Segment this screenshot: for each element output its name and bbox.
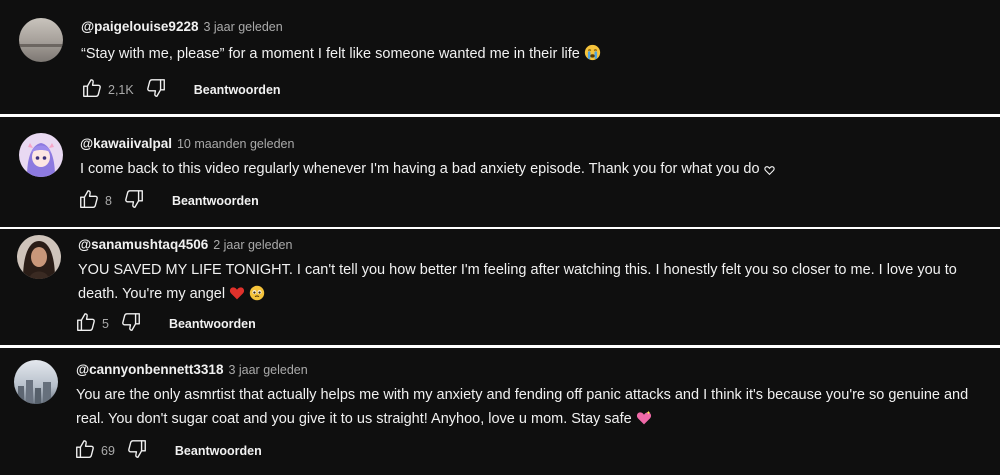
thumbs-down-icon <box>120 311 142 338</box>
comment-body: YOU SAVED MY LIFE TONIGHT. I can't tell … <box>78 262 957 302</box>
avatar[interactable] <box>17 235 61 279</box>
pleading-face-icon <box>249 285 265 309</box>
avatar[interactable] <box>19 133 63 177</box>
timestamp[interactable]: 3 jaar geleden <box>228 363 307 377</box>
red-heart-icon <box>229 285 245 309</box>
timestamp[interactable]: 2 jaar geleden <box>213 238 292 252</box>
thumbs-down-icon <box>145 77 167 104</box>
timestamp[interactable]: 3 jaar geleden <box>203 20 282 34</box>
author-handle[interactable]: @kawaiivalpal <box>80 136 172 151</box>
reply-button[interactable]: Beantwoorden <box>169 317 256 331</box>
reply-button[interactable]: Beantwoorden <box>194 83 281 97</box>
comment-thread: @paigelouise9228 3 jaar geleden “Stay wit… <box>0 0 1000 114</box>
crying-face-icon <box>584 44 601 69</box>
comment-thread: @sanamushtaq4506 2 jaar geleden YOU SAVED… <box>0 229 1000 345</box>
author-handle[interactable]: @paigelouise9228 <box>81 19 198 34</box>
like-button[interactable] <box>74 312 98 336</box>
comment-text: “Stay with me, please” for a moment I fe… <box>81 42 971 69</box>
comment-actions: 69 Beantwoorden <box>73 439 262 463</box>
reply-button[interactable]: Beantwoorden <box>175 444 262 458</box>
white-heart-icon <box>763 160 775 184</box>
dislike-button[interactable] <box>119 312 143 336</box>
comment-actions: 5 Beantwoorden <box>74 312 256 336</box>
comment-body: “Stay with me, please” for a moment I fe… <box>81 46 580 62</box>
thumbs-down-icon <box>126 438 148 465</box>
comment-text: You are the only asmrtist that actually … <box>76 383 991 434</box>
comment-actions: 2,1K Beantwoorden <box>80 78 281 102</box>
thumbs-up-icon <box>78 188 100 215</box>
sparkling-heart-icon <box>636 410 652 434</box>
comment-text: I come back to this video regularly when… <box>80 157 970 184</box>
comment-header: @cannyonbennett3318 3 jaar geleden <box>76 361 308 379</box>
thumbs-up-icon <box>75 311 97 338</box>
timestamp[interactable]: 10 maanden geleden <box>177 137 294 151</box>
thumbs-up-icon <box>81 77 103 104</box>
comment-thread: @kawaiivalpal 10 maanden geleden I come b… <box>0 117 1000 227</box>
comment-thread: @cannyonbennett3318 3 jaar geleden You ar… <box>0 348 1000 475</box>
thumbs-up-icon <box>74 438 96 465</box>
comment-header: @kawaiivalpal 10 maanden geleden <box>80 135 294 153</box>
dislike-button[interactable] <box>125 439 149 463</box>
avatar[interactable] <box>19 18 63 62</box>
author-handle[interactable]: @sanamushtaq4506 <box>78 237 208 252</box>
comment-actions: 8 Beantwoorden <box>77 189 259 213</box>
like-count: 8 <box>105 194 112 208</box>
comment-text: YOU SAVED MY LIFE TONIGHT. I can't tell … <box>78 258 978 309</box>
author-handle[interactable]: @cannyonbennett3318 <box>76 362 223 377</box>
like-count: 2,1K <box>108 83 134 97</box>
like-button[interactable] <box>77 189 101 213</box>
comment-body: You are the only asmrtist that actually … <box>76 387 969 427</box>
like-count: 69 <box>101 444 115 458</box>
like-count: 5 <box>102 317 109 331</box>
avatar[interactable] <box>14 360 58 404</box>
like-button[interactable] <box>73 439 97 463</box>
comment-body: I come back to this video regularly when… <box>80 161 760 177</box>
reply-button[interactable]: Beantwoorden <box>172 194 259 208</box>
comment-header: @sanamushtaq4506 2 jaar geleden <box>78 236 292 254</box>
comment-header: @paigelouise9228 3 jaar geleden <box>81 18 283 36</box>
dislike-button[interactable] <box>122 189 146 213</box>
like-button[interactable] <box>80 78 104 102</box>
thumbs-down-icon <box>123 188 145 215</box>
dislike-button[interactable] <box>144 78 168 102</box>
